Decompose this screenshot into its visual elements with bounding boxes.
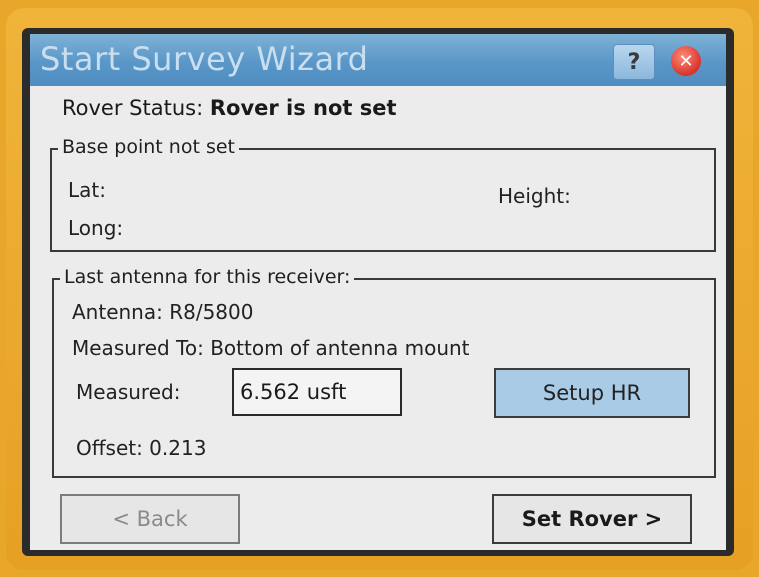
measured-to-text: Measured To: Bottom of antenna mount <box>72 336 470 360</box>
rover-status-value: Rover is not set <box>209 96 397 120</box>
set-rover-label: Set Rover > <box>521 507 663 531</box>
rover-status: Rover Status: Rover is not set <box>62 96 397 120</box>
antenna-model-text: Antenna: R8/5800 <box>72 300 254 324</box>
measured-label: Measured: <box>76 380 181 404</box>
back-label: < Back <box>112 507 188 531</box>
set-rover-button[interactable]: Set Rover > <box>492 494 692 544</box>
antenna-group: Last antenna for this receiver: Antenna:… <box>52 266 716 478</box>
height-label: Height: <box>498 184 571 208</box>
help-button[interactable]: ? <box>613 44 655 80</box>
base-point-legend: Base point not set <box>58 136 239 158</box>
long-label: Long: <box>68 216 124 240</box>
measured-height-field[interactable]: 6.562 usft <box>232 368 402 416</box>
measured-height-value: 6.562 usft <box>240 380 347 404</box>
help-icon: ? <box>627 49 641 75</box>
antenna-legend: Last antenna for this receiver: <box>60 266 355 288</box>
lat-label: Lat: <box>68 178 106 202</box>
close-icon: ✕ <box>671 46 701 76</box>
close-button[interactable]: ✕ <box>664 44 708 78</box>
screen: Start Survey Wizard ? ✕ Rover Status: Ro… <box>30 34 726 550</box>
back-button[interactable]: < Back <box>60 494 240 544</box>
title-bar: Start Survey Wizard ? ✕ <box>30 34 726 86</box>
offset-text: Offset: 0.213 <box>76 436 207 460</box>
base-point-group: Base point not set Lat: Long: Height: <box>50 136 716 252</box>
window-title: Start Survey Wizard <box>40 40 369 78</box>
setup-hr-button[interactable]: Setup HR <box>494 368 690 418</box>
rover-status-label: Rover Status: <box>62 96 204 120</box>
setup-hr-label: Setup HR <box>542 381 642 405</box>
